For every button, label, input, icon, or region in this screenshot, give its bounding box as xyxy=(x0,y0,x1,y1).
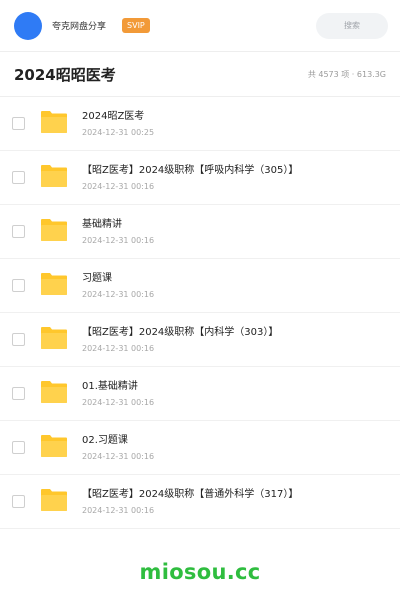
row-checkbox[interactable] xyxy=(12,171,25,184)
file-row[interactable]: 【昭Z医考】2024级职称【呼吸内科学（305）】 2024-12-31 00:… xyxy=(0,151,400,205)
svip-badge: SVIP xyxy=(122,18,150,33)
watermark: miosou.cc xyxy=(139,560,261,584)
file-date: 2024-12-31 00:16 xyxy=(82,344,155,353)
row-checkbox[interactable] xyxy=(12,117,25,130)
file-name: 【昭Z医考】2024级职称【普通外科学（317）】 xyxy=(82,489,299,500)
row-checkbox[interactable] xyxy=(12,225,25,238)
file-row[interactable]: 【昭Z医考】2024级职称【内科学（303）】 2024-12-31 00:16 xyxy=(0,313,400,367)
item-summary: 共 4573 项 · 613.3G xyxy=(307,70,386,79)
file-name: 【昭Z医考】2024级职称【内科学（303）】 xyxy=(82,327,279,338)
folder-icon xyxy=(41,111,67,133)
file-date: 2024-12-31 00:16 xyxy=(82,290,155,299)
file-date: 2024-12-31 00:16 xyxy=(82,182,155,191)
row-checkbox[interactable] xyxy=(12,387,25,400)
file-row[interactable]: 【昭Z医考】2024级职称【普通外科学（317）】 2024-12-31 00:… xyxy=(0,475,400,529)
file-row[interactable]: 2024昭Z医考 2024-12-31 00:25 xyxy=(0,97,400,151)
file-name: 01.基础精讲 xyxy=(82,381,138,392)
folder-icon xyxy=(41,489,67,511)
file-name: 基础精讲 xyxy=(82,219,122,230)
folder-icon xyxy=(41,165,67,187)
row-checkbox[interactable] xyxy=(12,279,25,292)
user-name[interactable]: 夸克网盘分享 xyxy=(52,19,106,32)
search-input[interactable]: 搜索 xyxy=(316,12,388,39)
page-title: 2024昭昭医考 xyxy=(14,66,116,84)
file-date: 2024-12-31 00:25 xyxy=(82,128,155,137)
folder-icon xyxy=(41,381,67,403)
file-date: 2024-12-31 00:16 xyxy=(82,452,155,461)
folder-icon xyxy=(41,327,67,349)
file-name: 02.习题课 xyxy=(82,435,128,446)
file-date: 2024-12-31 00:16 xyxy=(82,236,155,245)
folder-title-bar: 2024昭昭医考 共 4573 项 · 613.3G xyxy=(0,53,400,97)
file-row[interactable]: 01.基础精讲 2024-12-31 00:16 xyxy=(0,367,400,421)
folder-icon xyxy=(41,273,67,295)
folder-icon xyxy=(41,219,67,241)
file-row[interactable]: 基础精讲 2024-12-31 00:16 xyxy=(0,205,400,259)
top-bar: 夸克网盘分享 SVIP 搜索 xyxy=(0,0,400,52)
search-placeholder: 搜索 xyxy=(344,21,360,30)
file-row[interactable]: 02.习题课 2024-12-31 00:16 xyxy=(0,421,400,475)
folder-icon xyxy=(41,435,67,457)
file-date: 2024-12-31 00:16 xyxy=(82,506,155,515)
file-list: 2024昭Z医考 2024-12-31 00:25 【昭Z医考】2024级职称【… xyxy=(0,97,400,529)
file-name: 【昭Z医考】2024级职称【呼吸内科学（305）】 xyxy=(82,165,299,176)
file-date: 2024-12-31 00:16 xyxy=(82,398,155,407)
row-checkbox[interactable] xyxy=(12,441,25,454)
file-row[interactable]: 习题课 2024-12-31 00:16 xyxy=(0,259,400,313)
file-name: 2024昭Z医考 xyxy=(82,111,145,122)
row-checkbox[interactable] xyxy=(12,333,25,346)
row-checkbox[interactable] xyxy=(12,495,25,508)
avatar[interactable] xyxy=(14,11,42,40)
file-name: 习题课 xyxy=(82,273,112,284)
